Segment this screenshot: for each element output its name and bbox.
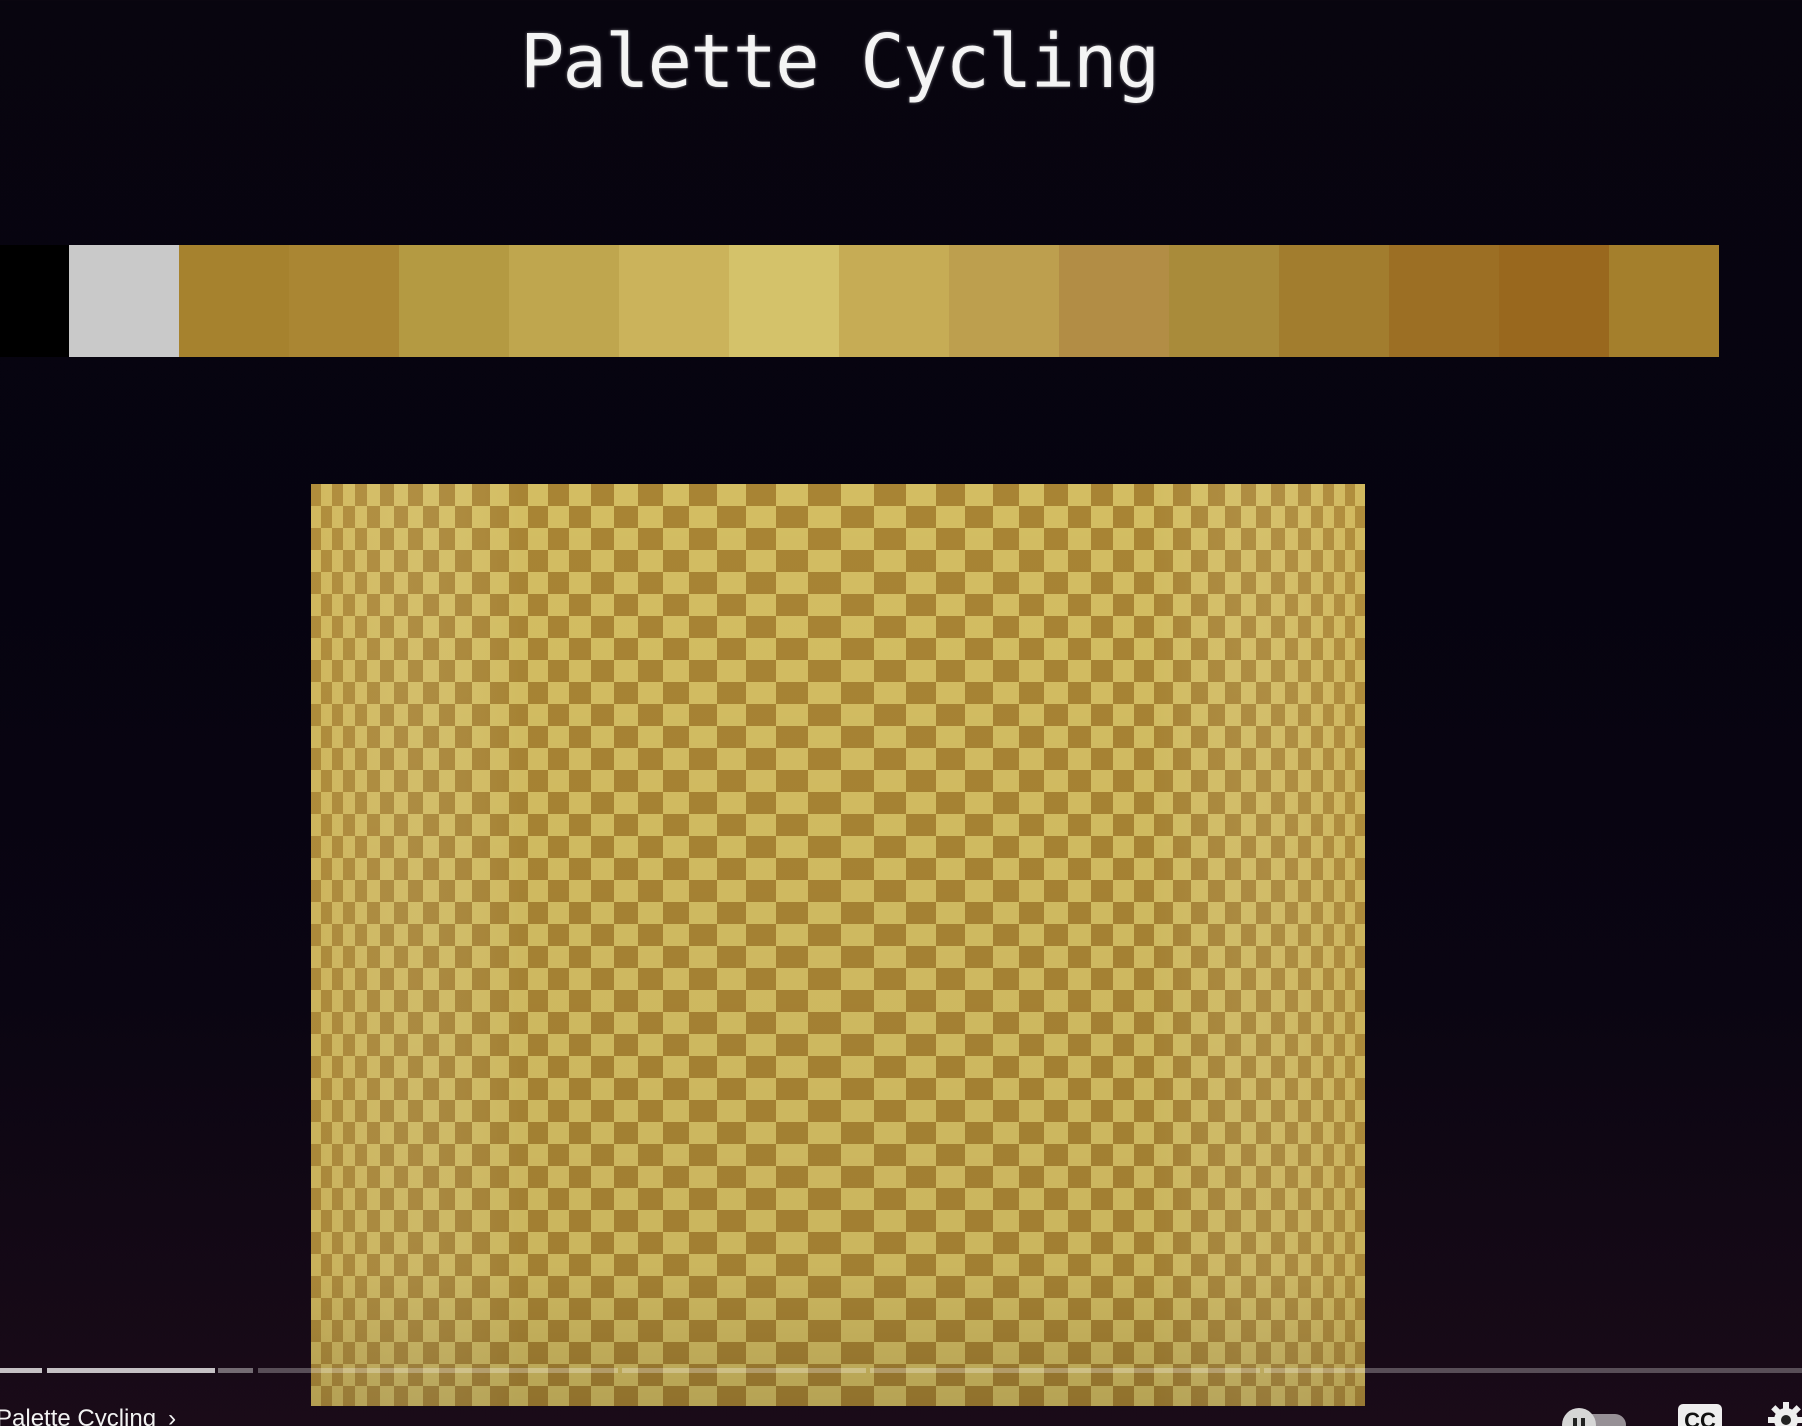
progress-chapter-segment[interactable] [258, 1368, 618, 1373]
video-title: Palette Cycling [519, 19, 1160, 105]
palette-swatch [729, 245, 839, 357]
progress-played-segment[interactable] [47, 1368, 215, 1373]
cc-button[interactable]: CC [1678, 1404, 1722, 1426]
palette-swatch [289, 245, 399, 357]
gear-icon [1768, 1402, 1802, 1426]
pause-icon [1562, 1408, 1596, 1426]
palette-strip [0, 245, 1719, 357]
progress-bar[interactable] [0, 1368, 1802, 1373]
settings-button[interactable] [1766, 1400, 1802, 1426]
palette-swatch [1609, 245, 1719, 357]
autoplay-toggle[interactable] [1562, 1406, 1628, 1426]
palette-swatch [399, 245, 509, 357]
palette-swatch [1059, 245, 1169, 357]
palette-swatch [1499, 245, 1609, 357]
palette-swatch [1279, 245, 1389, 357]
palette-swatch [509, 245, 619, 357]
palette-swatch [949, 245, 1059, 357]
progress-played-segment[interactable] [0, 1368, 42, 1373]
video-frame[interactable]: Palette Cycling Palette Cycling › CC [0, 0, 1802, 1426]
palette-swatch [1389, 245, 1499, 357]
progress-buffered-segment[interactable] [218, 1368, 253, 1373]
chapter-title-button[interactable]: Palette Cycling › [0, 1404, 176, 1426]
palette-swatch [0, 245, 69, 357]
palette-swatch [179, 245, 289, 357]
chevron-right-icon: › [168, 1405, 177, 1426]
palette-swatch [619, 245, 729, 357]
palette-swatch [1169, 245, 1279, 357]
progress-chapter-segment[interactable] [1264, 1368, 1802, 1373]
progress-chapter-segment[interactable] [870, 1368, 1260, 1373]
progress-chapter-segment[interactable] [622, 1368, 866, 1373]
palette-swatch [69, 245, 179, 357]
palette-cycling-animation [311, 484, 1365, 1406]
palette-swatch [839, 245, 949, 357]
chapter-label: Palette Cycling [0, 1405, 157, 1426]
